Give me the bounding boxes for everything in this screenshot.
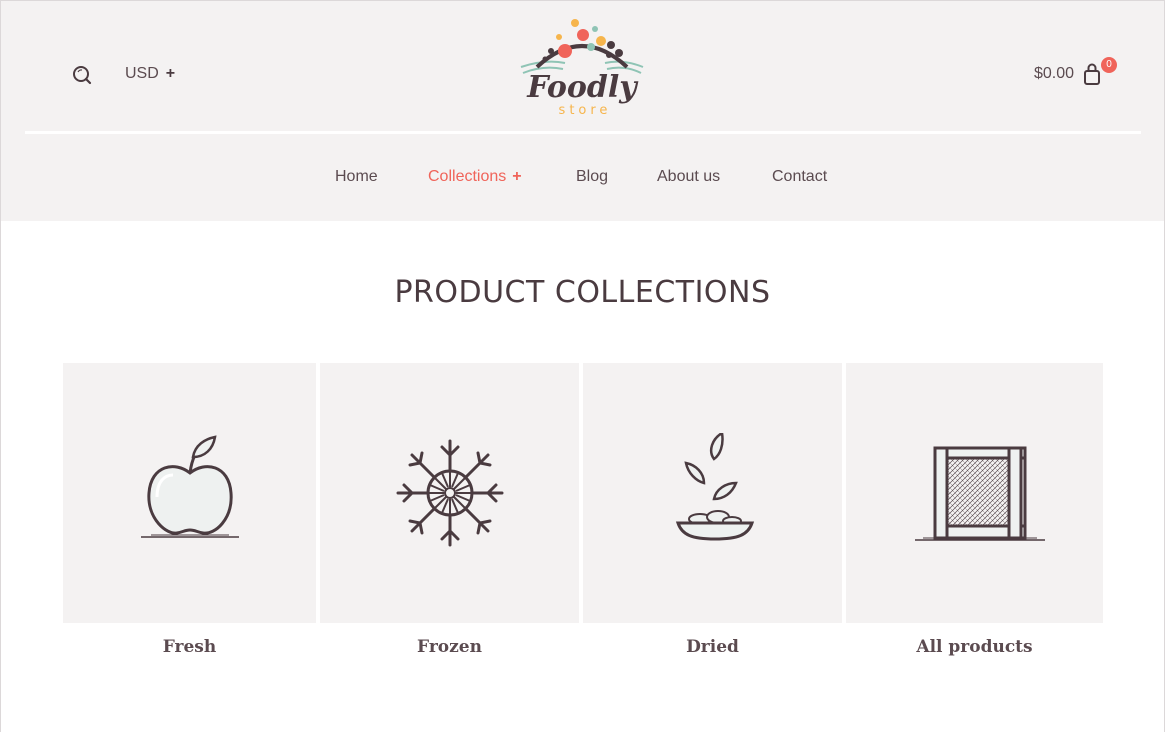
crate-icon [914, 446, 1045, 541]
store-logo[interactable]: Foodly store [515, 15, 649, 119]
collection-card-frozen[interactable] [320, 363, 579, 623]
foodly-store-logo: Foodly store [520, 19, 644, 118]
collection-label-frozen[interactable]: Frozen [320, 637, 579, 657]
logo-subtitle: store [559, 103, 612, 118]
collection-card-dried[interactable] [583, 363, 842, 623]
currency-label: USD [125, 65, 159, 82]
nav-item-about-us[interactable]: About us [657, 168, 720, 186]
currency-selector[interactable]: USD + [125, 65, 175, 83]
nav-item-collections-label: Collections [428, 168, 507, 185]
nav-item-home[interactable]: Home [335, 168, 378, 186]
logo-wordmark: Foodly [526, 70, 639, 105]
collections-expand-icon: + [512, 168, 522, 185]
snowflake-icon [396, 439, 503, 547]
dried-leaves-bowl-icon [675, 433, 754, 541]
page-title: PRODUCT COLLECTIONS [394, 275, 771, 310]
currency-expand-icon: + [165, 65, 176, 82]
search-icon [73, 66, 92, 85]
nav-item-contact[interactable]: Contact [772, 168, 827, 186]
main-nav: Home Collections + Blog About us Contact [1, 168, 1164, 190]
collection-card-all-products[interactable] [846, 363, 1103, 623]
cart-total: $0.00 [1034, 65, 1075, 82]
cart-count-badge: 0 [1101, 57, 1117, 73]
collection-label-all-products[interactable]: All products [846, 637, 1103, 657]
search-button[interactable] [71, 64, 93, 86]
cart-button[interactable]: $0.00 [1034, 63, 1102, 85]
collection-card-fresh[interactable] [63, 363, 316, 623]
header-divider [25, 131, 1141, 134]
nav-item-collections[interactable]: Collections + [428, 168, 522, 186]
apple-icon [140, 435, 239, 538]
shopping-bag-icon [1084, 63, 1101, 85]
collection-label-fresh[interactable]: Fresh [63, 637, 316, 657]
nav-item-blog[interactable]: Blog [576, 168, 608, 186]
collection-label-dried[interactable]: Dried [583, 637, 842, 657]
